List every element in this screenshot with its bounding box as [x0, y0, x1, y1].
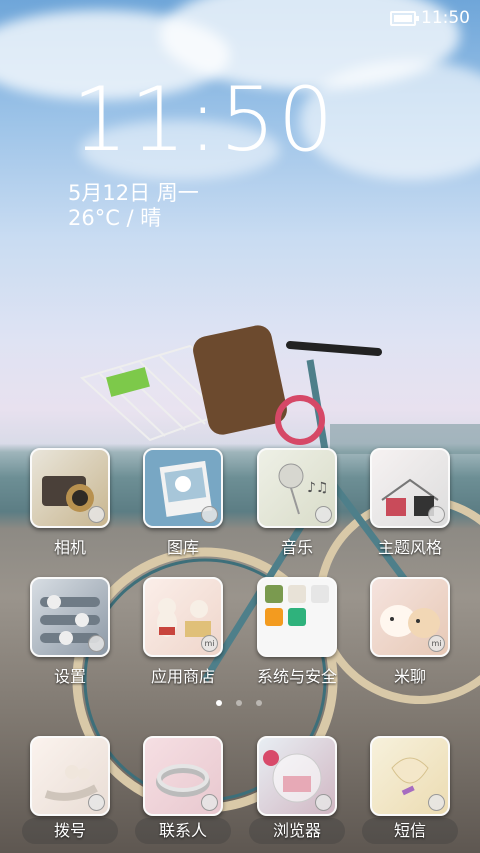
badge-icon	[88, 506, 105, 523]
gallery-icon[interactable]	[143, 448, 223, 528]
badge-icon	[201, 794, 218, 811]
clock-widget[interactable]: 11:50	[72, 72, 336, 168]
app-label-settings: 设置	[53, 667, 86, 686]
app-label-gallery: 图库	[166, 538, 199, 557]
music-icon[interactable]: ♪♫	[257, 448, 337, 528]
badge-icon: mi	[201, 635, 218, 652]
page-indicator	[216, 700, 262, 706]
badge-icon	[88, 635, 105, 652]
app-label-theme: 主题风格	[377, 538, 442, 557]
app-label-miliao: 米聊	[393, 667, 426, 686]
badge-icon	[428, 794, 445, 811]
status-bar: 11:50	[390, 6, 470, 30]
contacts-icon[interactable]	[143, 736, 223, 816]
app-label-music: 音乐	[280, 538, 313, 557]
dock-label-messages: 短信	[362, 818, 458, 844]
page-dot	[216, 700, 222, 706]
dock-label-contacts: 联系人	[135, 818, 231, 844]
weather-text[interactable]: 26°C / 晴	[68, 206, 161, 231]
badge-icon	[428, 506, 445, 523]
status-time: 11:50	[421, 8, 470, 28]
dock-label-dialer: 拨号	[22, 818, 118, 844]
page-dot	[236, 700, 242, 706]
settings-icon[interactable]	[30, 577, 110, 657]
app-label-camera: 相机	[53, 538, 86, 557]
security-folder-icon[interactable]	[257, 577, 337, 657]
theme-icon[interactable]	[370, 448, 450, 528]
app-store-icon[interactable]: mi	[143, 577, 223, 657]
date-text: 5月12日 周一	[68, 181, 199, 205]
browser-icon[interactable]	[257, 736, 337, 816]
dialer-icon[interactable]	[30, 736, 110, 816]
badge-icon	[201, 506, 218, 523]
messages-icon[interactable]	[370, 736, 450, 816]
page-dot	[256, 700, 262, 706]
app-label-app-store: 应用商店	[150, 667, 215, 686]
dock-label-browser: 浏览器	[249, 818, 345, 844]
camera-icon[interactable]	[30, 448, 110, 528]
app-label-system-security: 系统与安全	[256, 667, 337, 686]
badge-icon	[315, 794, 332, 811]
battery-icon	[390, 10, 419, 26]
badge-icon	[315, 506, 332, 523]
badge-icon	[88, 794, 105, 811]
badge-icon: mi	[428, 635, 445, 652]
svg-text:♪♫: ♪♫	[307, 480, 329, 496]
miliao-icon[interactable]: mi	[370, 577, 450, 657]
